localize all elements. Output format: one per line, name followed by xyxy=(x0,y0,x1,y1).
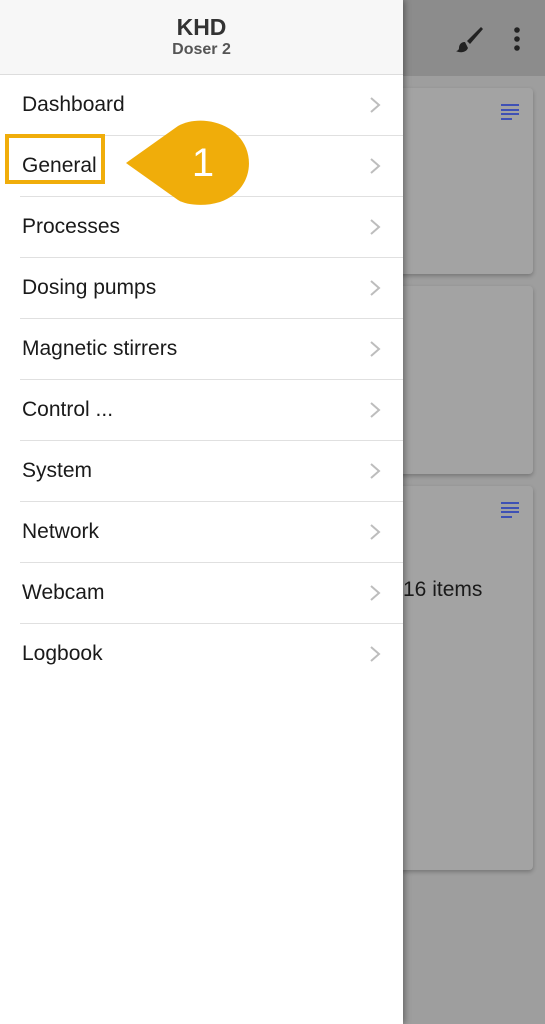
items-count: 16 items xyxy=(403,578,483,601)
menu-item-logbook[interactable]: Logbook xyxy=(20,624,403,684)
menu-item-label: Processes xyxy=(22,215,121,238)
brush-icon[interactable] xyxy=(452,22,486,56)
chevron-right-icon xyxy=(370,280,381,296)
menu-item-network[interactable]: Network xyxy=(20,502,403,563)
chevron-right-icon xyxy=(370,646,381,662)
dashboard-card xyxy=(395,286,533,474)
device-title: KHD xyxy=(176,14,227,40)
menu-item-label: Magnetic stirrers xyxy=(22,337,178,360)
menu-item-magnetic-stirrers[interactable]: Magnetic stirrers xyxy=(20,319,403,380)
dashboard-card: 16 items xyxy=(395,486,533,870)
list-icon[interactable] xyxy=(501,502,519,518)
menu-item-label: Dashboard xyxy=(22,93,125,116)
chevron-right-icon xyxy=(370,402,381,418)
chevron-right-icon xyxy=(370,97,381,113)
menu-item-label: Webcam xyxy=(22,581,105,604)
menu-item-label: System xyxy=(22,459,93,482)
chevron-right-icon xyxy=(370,585,381,601)
menu-item-label: Dosing pumps xyxy=(22,276,157,299)
chevron-right-icon xyxy=(370,524,381,540)
annotation-highlight-box xyxy=(5,134,105,184)
list-icon[interactable] xyxy=(501,104,519,120)
chevron-right-icon xyxy=(370,341,381,357)
dashboard-card xyxy=(395,88,533,274)
menu-item-webcam[interactable]: Webcam xyxy=(20,563,403,624)
chevron-right-icon xyxy=(370,219,381,235)
menu-item-dosing-pumps[interactable]: Dosing pumps xyxy=(20,258,403,319)
menu-item-label: Network xyxy=(22,520,100,543)
chevron-right-icon xyxy=(370,463,381,479)
drawer-header: KHD Doser 2 xyxy=(0,0,403,75)
menu-item-label: Logbook xyxy=(22,642,103,665)
annotation-number: 1 xyxy=(191,141,215,185)
menu-item-control[interactable]: Control ... xyxy=(20,380,403,441)
chevron-right-icon xyxy=(370,158,381,174)
more-vert-icon[interactable] xyxy=(500,22,534,56)
menu-item-label: Control ... xyxy=(22,398,114,421)
device-subtitle: Doser 2 xyxy=(172,41,231,58)
menu-item-system[interactable]: System xyxy=(20,441,403,502)
